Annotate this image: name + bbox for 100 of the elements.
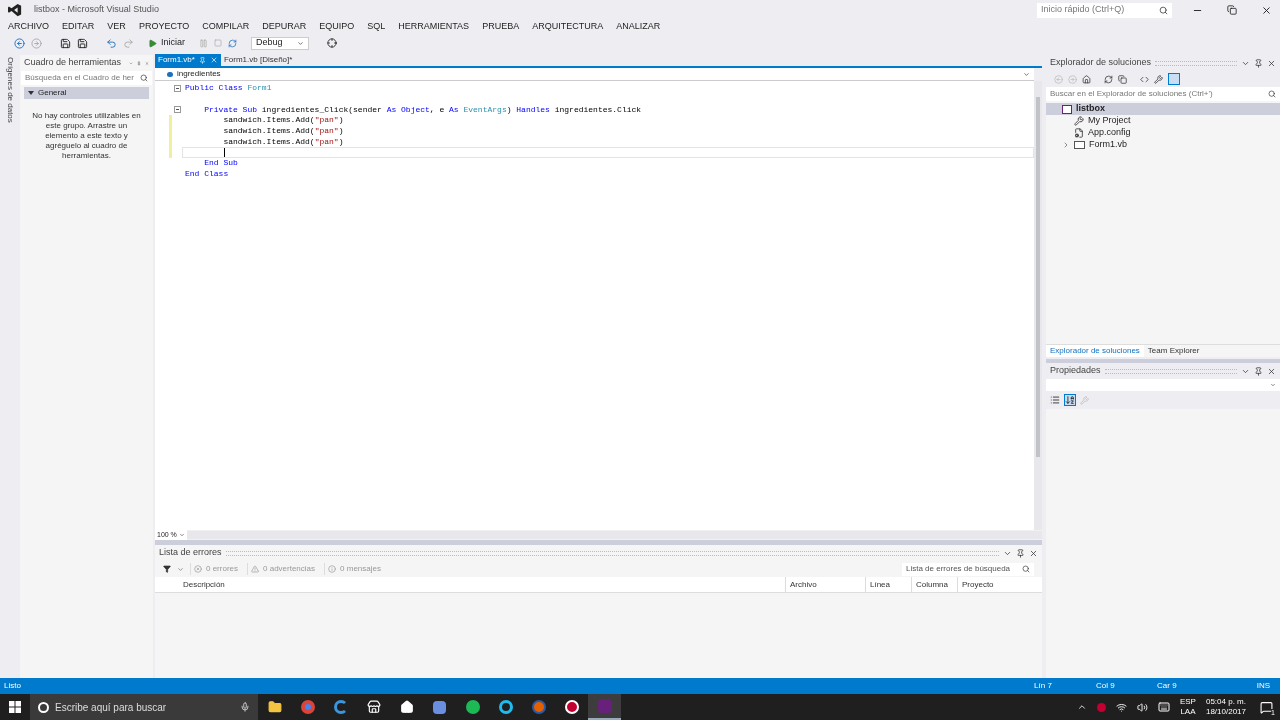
form-icon (1074, 141, 1085, 149)
attach-icon[interactable] (327, 38, 337, 48)
pin-icon[interactable] (1254, 58, 1263, 68)
menu-item[interactable]: PROYECTO (134, 20, 194, 34)
column-header[interactable]: Proyecto (957, 577, 1042, 592)
status-line: Lín 7 (1034, 680, 1053, 692)
properties-icon[interactable] (1154, 74, 1163, 84)
antivirus-icon[interactable] (1096, 702, 1106, 712)
status-text: Listo (4, 680, 22, 692)
language-indicator[interactable]: ESP LAA (1179, 697, 1196, 717)
volume-icon[interactable] (1136, 701, 1148, 713)
close-icon[interactable] (1029, 548, 1038, 558)
clock[interactable]: 05:04 p. m. 18/10/2017 (1205, 697, 1246, 717)
undo-icon[interactable] (106, 37, 117, 49)
code-line: End Sub (203, 159, 238, 168)
categorized-icon[interactable] (1050, 395, 1060, 405)
wifi-icon[interactable] (1115, 701, 1127, 713)
error-search-field[interactable]: Lista de errores de búsqueda (902, 562, 1034, 576)
toolbox-search-field[interactable]: Búsqueda en el Cuadro de her (21, 71, 152, 85)
menu-item[interactable]: ANALIZAR (612, 20, 665, 34)
menu-item[interactable]: COMPILAR (198, 20, 254, 34)
panel-title: Lista de errores (159, 546, 222, 560)
caret-icon (1270, 382, 1276, 388)
menu-item[interactable]: SQL (363, 20, 390, 34)
event-icon (167, 71, 173, 77)
column-header[interactable]: Línea (865, 577, 911, 592)
empty-message: No hay controles utilizables en este grupo. Arrastre un elemento a este texto y agréguelo al cuadro de herramientas. (31, 111, 142, 161)
search-icon (140, 74, 148, 82)
alphabetical-icon[interactable] (1064, 394, 1076, 406)
status-column: Col 9 (1096, 680, 1158, 692)
column-header[interactable]: Descripción (155, 577, 785, 592)
code-line: Public Class Form1 (185, 84, 272, 93)
close-icon[interactable] (1261, 4, 1272, 16)
preview-icon[interactable] (1168, 73, 1180, 85)
config-file-icon (1074, 128, 1084, 138)
panel-title: Propiedades (1050, 364, 1101, 378)
group-header[interactable]: General (24, 87, 149, 99)
column-header[interactable]: Archivo (785, 577, 865, 592)
search-icon (1159, 5, 1168, 15)
save-all-icon[interactable] (77, 37, 88, 49)
caret-icon (178, 532, 185, 538)
sync-icon[interactable] (1104, 74, 1113, 84)
collapse-icon[interactable] (173, 84, 181, 92)
code-line: sandwich.Items.Add("pan") (222, 116, 344, 125)
side-tab[interactable]: Orígenes de datos (4, 57, 16, 678)
column-header[interactable]: Columna (911, 577, 957, 592)
save-icon[interactable] (60, 37, 71, 49)
pin-icon[interactable] (1016, 548, 1025, 558)
code-line: sandwich.Items.Add("pan") (222, 127, 344, 136)
editor-tab[interactable]: Form1.vb [Diseño]* (220, 54, 296, 66)
tree-item[interactable]: My Project (1046, 115, 1280, 127)
search-icon (1268, 90, 1276, 98)
back-icon[interactable] (14, 37, 25, 49)
chevron-up-icon[interactable] (1076, 702, 1087, 712)
tree-item[interactable]: Form1.vb (1046, 139, 1280, 151)
menu-item[interactable]: HERRAMIENTAS (394, 20, 474, 34)
tree-item[interactable]: listbox (1046, 103, 1280, 115)
restart-icon[interactable] (228, 38, 237, 48)
warning-icon (251, 565, 259, 573)
tree-item[interactable]: App.config (1046, 127, 1280, 139)
filter-icon[interactable] (163, 565, 171, 573)
info-icon (328, 565, 337, 573)
solution-search-field[interactable]: Buscar en el Explorador de soluciones (Ctrl+') (1046, 87, 1280, 101)
visual-studio-icon[interactable] (588, 694, 621, 720)
member-dropdown[interactable]: ingredientes (155, 68, 1034, 81)
menu-item[interactable]: PRUEBA (478, 20, 524, 34)
vertical-scrollbar[interactable] (1034, 81, 1042, 530)
status-mode: INS (1256, 680, 1270, 692)
play-icon (148, 38, 157, 48)
taskbar-search-field[interactable]: Escribe aquí para buscar (30, 694, 258, 720)
pin-icon[interactable] (1254, 366, 1263, 376)
microphone-icon (240, 702, 250, 712)
pin-icon[interactable] (198, 56, 206, 64)
menu-item[interactable]: EDITAR (58, 20, 99, 34)
search-icon (1022, 565, 1030, 573)
keyboard-icon[interactable] (1157, 701, 1170, 713)
visual-studio-logo (8, 3, 22, 17)
panel-tab[interactable]: Team Explorer (1143, 345, 1204, 357)
menu-item[interactable]: EQUIPO (315, 20, 359, 34)
menu-item[interactable]: ARCHIVO (4, 20, 53, 34)
start-button[interactable]: Iniciar (148, 36, 185, 50)
menu-item[interactable]: VER (103, 20, 130, 34)
close-icon[interactable] (1267, 366, 1276, 376)
collapse-all-icon[interactable] (1118, 74, 1127, 84)
panel-tab[interactable]: Explorador de soluciones (1046, 345, 1144, 357)
text-cursor (224, 147, 225, 157)
panel-title: Cuadro de herramientas (24, 56, 122, 70)
window-title: listbox - Microsoft Visual Studio (34, 3, 159, 17)
quick-launch-field[interactable]: Inicio rápido (Ctrl+Q) (1037, 2, 1172, 18)
code-icon[interactable] (1140, 74, 1149, 84)
collapse-icon[interactable] (173, 106, 181, 114)
notifications-icon (1259, 700, 1273, 714)
error-icon (194, 565, 202, 573)
caret-icon (1023, 70, 1030, 78)
close-icon[interactable] (1267, 58, 1276, 68)
menu-item[interactable]: ARQUITECTURA (528, 20, 608, 34)
configuration-dropdown[interactable]: Debug (251, 36, 309, 50)
menu-item[interactable]: DEPURAR (258, 20, 311, 34)
editor-tab[interactable]: Form1.vb* (155, 54, 221, 66)
restore-icon[interactable] (1227, 5, 1237, 15)
